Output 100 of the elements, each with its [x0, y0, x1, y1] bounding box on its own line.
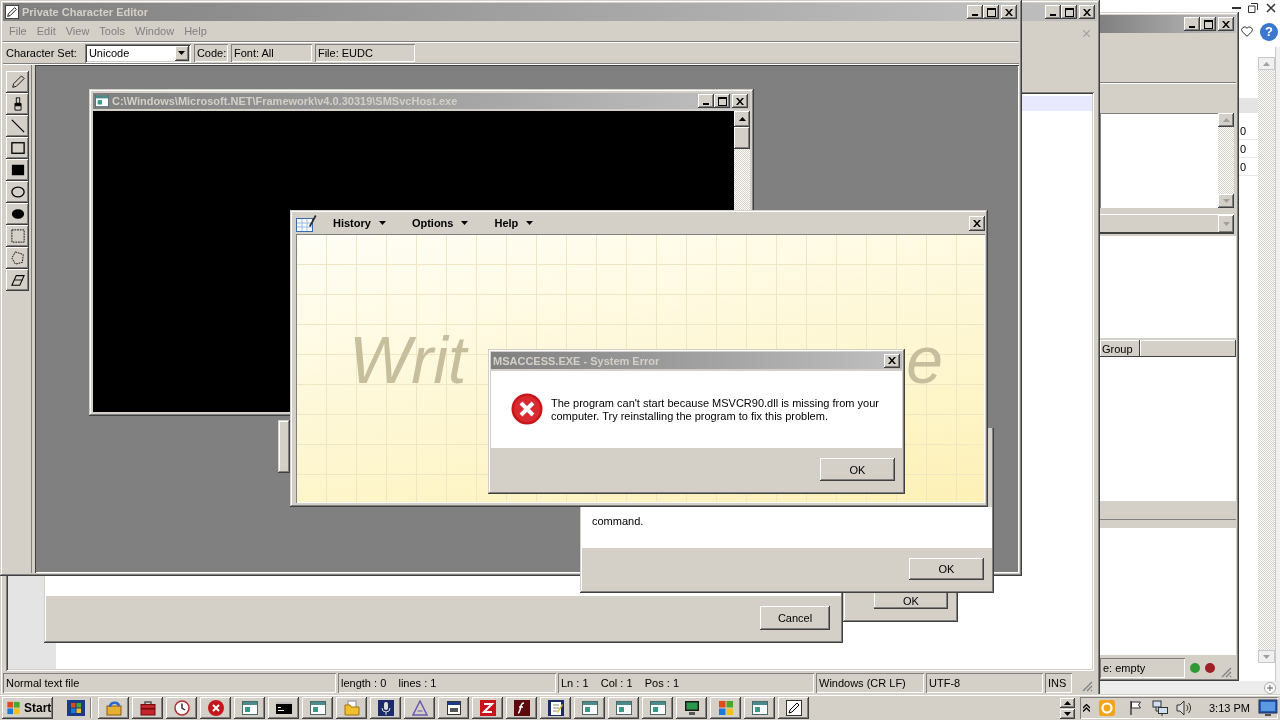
heart-icon[interactable]: [1241, 26, 1253, 37]
taskbar-button[interactable]: [404, 697, 435, 719]
freeform-select-tool[interactable]: [6, 247, 29, 269]
taskbar-button[interactable]: [370, 697, 401, 719]
error-icon: [207, 700, 224, 716]
quick-launch-button[interactable]: [64, 697, 87, 719]
taskbar-button[interactable]: [166, 697, 197, 719]
menu-button[interactable]: Options: [398, 213, 482, 233]
speaker-icon[interactable]: [1176, 700, 1192, 716]
scroll-up-button[interactable]: [734, 111, 750, 127]
column-header[interactable]: [1140, 340, 1236, 357]
eraser-tool[interactable]: [6, 269, 29, 291]
minimize-button[interactable]: [698, 94, 714, 108]
resize-grip-icon: [1082, 681, 1093, 692]
maximize-button[interactable]: [1200, 17, 1216, 31]
close-button[interactable]: [969, 215, 985, 231]
taskbar-button[interactable]: [574, 697, 605, 719]
close-icon[interactable]: [1266, 3, 1276, 13]
minimize-icon: [972, 13, 978, 16]
rectangle-select-tool[interactable]: [6, 225, 29, 247]
filled-rectangle-tool[interactable]: [6, 159, 29, 181]
close-button[interactable]: [884, 353, 900, 368]
up-arrow-icon: [1263, 61, 1270, 66]
folder-icon: [343, 700, 360, 716]
minimize-icon: [1189, 25, 1195, 28]
app-tile-icon[interactable]: [1099, 700, 1115, 716]
ellipse-tool[interactable]: [6, 181, 29, 203]
pencil-tool[interactable]: [6, 71, 29, 93]
scroll-down-button[interactable]: [1060, 708, 1075, 719]
taskbar-button[interactable]: [98, 697, 129, 719]
plus-circle-icon[interactable]: [1264, 681, 1276, 694]
column-header[interactable]: Group: [1100, 340, 1140, 357]
minimize-button[interactable]: [967, 5, 983, 19]
taskbar-button[interactable]: [438, 697, 469, 719]
minimize-icon: [703, 102, 709, 105]
line-ending-status: Windows (CR LF): [816, 673, 924, 693]
taskbar-button[interactable]: [778, 697, 809, 719]
clock-icon: [173, 700, 190, 716]
minimize-button[interactable]: [1184, 17, 1200, 31]
chevron-up-icon[interactable]: [1083, 704, 1090, 712]
maximize-button[interactable]: [983, 5, 999, 19]
toolbox-icon: [139, 700, 156, 716]
taskbar-button[interactable]: [642, 697, 673, 719]
ok-button[interactable]: OK: [909, 558, 984, 580]
down-arrow-icon: [1222, 199, 1230, 203]
caret-icon: [526, 221, 534, 225]
close-button[interactable]: [1218, 17, 1234, 31]
taskbar-button[interactable]: [506, 697, 537, 719]
scrollbar-thumb[interactable]: [734, 127, 750, 149]
ok-button[interactable]: OK: [820, 458, 895, 481]
taskbar-button[interactable]: [540, 697, 571, 719]
taskbar-button[interactable]: [608, 697, 639, 719]
scroll-up-button[interactable]: [1060, 697, 1075, 708]
minimize-button[interactable]: [1045, 5, 1061, 19]
close-button[interactable]: [732, 94, 748, 108]
scroll-down-button[interactable]: [1218, 194, 1234, 208]
ok-button[interactable]: OK: [874, 593, 948, 609]
taskbar-button[interactable]: [234, 697, 265, 719]
desktop-icon[interactable]: [1258, 699, 1278, 717]
taskbar-button[interactable]: [132, 697, 163, 719]
scroll-up-button[interactable]: [1218, 113, 1234, 127]
restore-icon[interactable]: [1248, 3, 1258, 13]
flag-logo-icon: [6, 701, 21, 715]
taskbar-button[interactable]: [676, 697, 707, 719]
brush-tool[interactable]: [6, 93, 29, 115]
window-icon: [95, 94, 109, 108]
resize-grip-icon: [1221, 667, 1232, 678]
scrollbar[interactable]: [1218, 113, 1234, 208]
help-button[interactable]: ?: [1260, 22, 1278, 41]
file-label: File: EUDC: [314, 44, 415, 62]
clock[interactable]: 3:13 PM: [1209, 702, 1250, 714]
taskbar-button[interactable]: [710, 697, 741, 719]
window-icon: [649, 700, 666, 716]
maximize-button[interactable]: [1061, 5, 1077, 19]
maximize-button[interactable]: [714, 94, 730, 108]
caret-icon: [378, 221, 386, 225]
taskbar-button[interactable]: [302, 697, 333, 719]
filled-ellipse-tool[interactable]: [6, 203, 29, 225]
monitor-icon: [683, 700, 700, 716]
menu-button[interactable]: Help: [481, 213, 547, 233]
line-tool[interactable]: [6, 115, 29, 137]
flag-icon[interactable]: [1130, 701, 1142, 715]
character-set-dropdown[interactable]: Unicode: [84, 43, 191, 63]
rectangle-select-icon: [10, 229, 25, 243]
window-icon: [751, 700, 768, 716]
network-icon[interactable]: [1152, 700, 1168, 716]
close-button[interactable]: [1079, 5, 1095, 19]
taskbar-button[interactable]: [472, 697, 503, 719]
taskbar-button[interactable]: [744, 697, 775, 719]
error-message: The program can't start because MSVCR90.dll is missing from your computer. Try reinstalling the program to fix this problem.: [551, 397, 880, 423]
start-button[interactable]: Start: [2, 697, 53, 719]
cancel-button[interactable]: Cancel: [760, 606, 830, 630]
taskbar-button[interactable]: [336, 697, 367, 719]
menu-button[interactable]: History: [320, 213, 399, 233]
rectangle-tool[interactable]: [6, 137, 29, 159]
freeform-select-icon: [10, 251, 25, 265]
taskbar-button[interactable]: [268, 697, 299, 719]
dropdown[interactable]: [1100, 214, 1234, 234]
taskbar-button[interactable]: [200, 697, 231, 719]
close-button[interactable]: [1001, 5, 1017, 19]
